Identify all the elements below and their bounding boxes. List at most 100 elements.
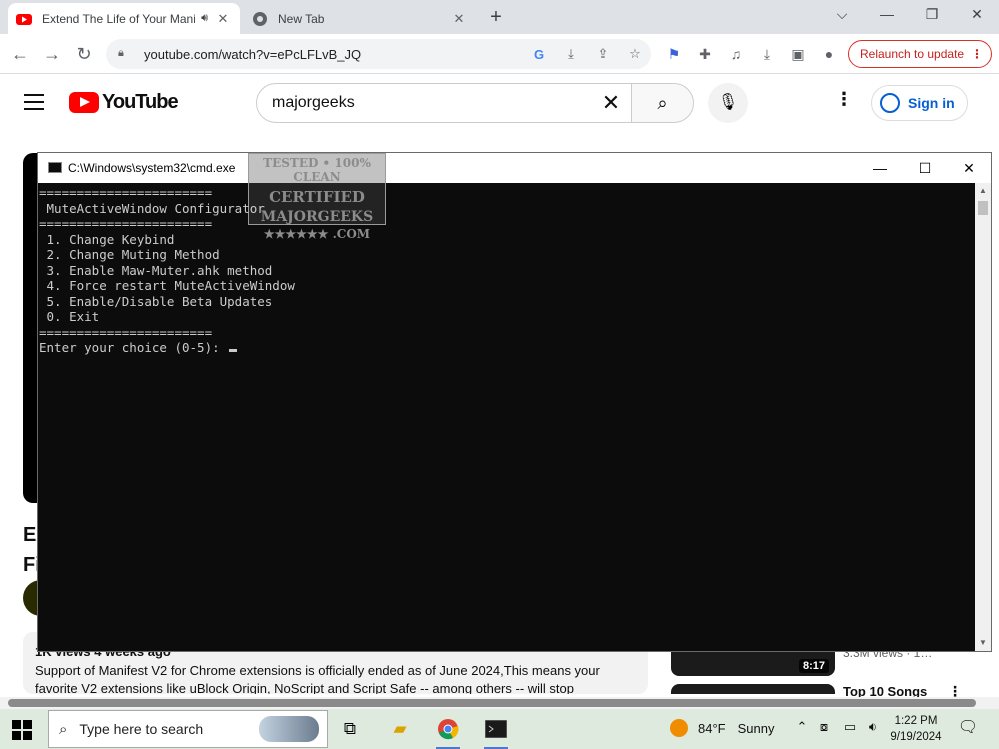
recommended-thumbnail[interactable]: 8:17 bbox=[671, 648, 835, 676]
console-prompt-line[interactable]: Enter your choice (0-5): bbox=[39, 340, 975, 356]
terminal-icon bbox=[484, 719, 508, 739]
youtube-wordmark: YouTube bbox=[102, 91, 179, 113]
youtube-logo[interactable]: YouTube bbox=[69, 91, 179, 114]
share-icon[interactable]: ⇪ bbox=[592, 46, 614, 62]
url-text[interactable]: youtube.com/watch?v=ePcLFLvB_JQ bbox=[144, 47, 523, 62]
media-queue-icon[interactable]: ♫ bbox=[725, 43, 747, 65]
chrome-icon bbox=[438, 719, 459, 740]
close-window-icon[interactable]: ✕ bbox=[955, 0, 999, 30]
restore-icon[interactable]: ❐ bbox=[910, 0, 954, 30]
tab-search-icon[interactable]: ⌵ bbox=[820, 0, 864, 30]
relaunch-to-update-button[interactable]: Relaunch to update ⋮ bbox=[848, 40, 992, 68]
windows-start-icon[interactable] bbox=[12, 720, 32, 740]
horizontal-scrollbar[interactable] bbox=[0, 697, 999, 709]
search-value[interactable]: majorgeeks bbox=[272, 94, 591, 112]
install-app-icon[interactable]: ⤓ bbox=[560, 46, 582, 62]
back-icon[interactable]: ← bbox=[6, 40, 34, 68]
extension-flag-icon[interactable]: ⚑ bbox=[663, 43, 685, 65]
sun-icon bbox=[670, 719, 688, 737]
cmd-titlebar[interactable]: C:\Windows\system32\cmd.exe TESTED • 100… bbox=[38, 153, 992, 241]
meet-now-icon[interactable]: ⧇ bbox=[814, 719, 834, 735]
youtube-play-icon bbox=[69, 92, 99, 113]
cmd-vertical-scrollbar[interactable]: ▲ ▼ bbox=[975, 183, 991, 651]
cmd-taskbar-icon[interactable] bbox=[476, 715, 516, 749]
screen: Extend The Life of Your Manifest V2 Chro… bbox=[0, 0, 999, 749]
console-line: 5. Enable/Disable Beta Updates bbox=[39, 293, 273, 309]
downloads-icon[interactable]: ⤓ bbox=[756, 43, 778, 65]
tab-close-icon[interactable]: ✕ bbox=[450, 11, 468, 27]
clock[interactable]: 1:22 PM 9/19/2024 bbox=[888, 713, 944, 745]
tab-new-tab[interactable]: New Tab ✕ bbox=[244, 3, 476, 34]
google-lens-icon[interactable]: G bbox=[528, 47, 550, 62]
cmd-window[interactable]: C:\Windows\system32\cmd.exe TESTED • 100… bbox=[37, 152, 992, 652]
taskbar: ⌕ Type here to search ⧉ ▰ 84°F Sunny ⌃ ⧇… bbox=[0, 709, 999, 749]
tab-close-icon[interactable]: ✕ bbox=[214, 11, 232, 27]
console-line: ======================= bbox=[39, 324, 213, 340]
extensions-puzzle-icon[interactable]: ✚ bbox=[694, 43, 716, 65]
maximize-icon[interactable]: ☐ bbox=[902, 153, 948, 183]
task-view-icon[interactable]: ⧉ bbox=[330, 715, 370, 749]
scrollbar-thumb[interactable] bbox=[978, 201, 988, 215]
recommended-thumbnail[interactable] bbox=[671, 684, 835, 694]
description-line: Support of Manifest V2 for Chrome extens… bbox=[35, 663, 600, 678]
tab-title: Extend The Life of Your Manifest V2 Chro… bbox=[42, 11, 196, 26]
side-panel-icon[interactable]: ▣ bbox=[787, 43, 809, 65]
console-output[interactable]: ======================= MuteActiveWindow… bbox=[38, 183, 975, 651]
cmd-title: C:\Windows\system32\cmd.exe bbox=[68, 161, 236, 175]
scroll-down-icon[interactable]: ▼ bbox=[975, 635, 991, 651]
file-explorer-icon[interactable]: ▰ bbox=[380, 715, 420, 749]
youtube-favicon-icon bbox=[16, 13, 32, 25]
more-options-icon[interactable]: ⋮ bbox=[832, 89, 856, 110]
lock-icon[interactable]: 🔒︎ bbox=[118, 47, 132, 61]
browser-toolbar: ← → ↻ 🔒︎ youtube.com/watch?v=ePcLFLvB_JQ… bbox=[0, 34, 999, 74]
console-line: ======================= bbox=[39, 216, 213, 231]
user-circle-icon bbox=[880, 93, 900, 113]
search-icon[interactable]: ⌕ bbox=[631, 83, 694, 123]
clock-date: 9/19/2024 bbox=[890, 731, 942, 743]
minimize-icon[interactable]: — bbox=[857, 153, 903, 183]
scroll-up-icon[interactable]: ▲ bbox=[975, 183, 991, 199]
console-line: 0. Exit bbox=[39, 309, 100, 324]
console-line: MuteActiveWindow Configurator bbox=[39, 200, 265, 216]
microphone-icon[interactable]: 🎙︎ bbox=[708, 83, 748, 123]
close-icon[interactable]: ✕ bbox=[946, 153, 992, 183]
menu-hamburger-icon[interactable] bbox=[24, 94, 44, 110]
description-line: favorite V2 extensions like uBlock Origi… bbox=[35, 681, 575, 694]
youtube-search-input[interactable]: majorgeeks ✕ bbox=[256, 83, 632, 123]
video-duration: 8:17 bbox=[798, 659, 829, 673]
address-bar[interactable]: 🔒︎ youtube.com/watch?v=ePcLFLvB_JQ G ⤓ ⇪… bbox=[106, 39, 651, 69]
scrollbar-thumb[interactable] bbox=[8, 699, 976, 707]
minimize-icon[interactable]: — bbox=[865, 0, 909, 30]
new-tab-button[interactable]: + bbox=[484, 5, 508, 29]
profile-icon[interactable]: ● bbox=[818, 43, 840, 65]
bookmark-star-icon[interactable]: ☆ bbox=[624, 46, 646, 62]
forward-icon[interactable]: → bbox=[38, 40, 66, 68]
chrome-taskbar-icon[interactable] bbox=[428, 715, 468, 749]
network-icon[interactable]: ▭ bbox=[840, 719, 860, 735]
chevron-up-icon[interactable]: ⌃ bbox=[792, 719, 812, 735]
clear-search-icon[interactable]: ✕ bbox=[591, 90, 631, 116]
search-highlight-art bbox=[259, 716, 319, 742]
weather-desc: Sunny bbox=[737, 720, 775, 736]
weather-widget[interactable]: 84°F Sunny bbox=[670, 719, 774, 737]
volume-icon[interactable]: 🔉︎ bbox=[863, 719, 883, 735]
reload-icon[interactable]: ↻ bbox=[70, 40, 98, 68]
menu-dots-icon[interactable]: ⋮ bbox=[971, 47, 983, 61]
console-line: 2. Change Muting Method bbox=[39, 247, 220, 262]
console-line: 1. Change Keybind bbox=[39, 231, 175, 247]
search-placeholder: Type here to search bbox=[79, 721, 204, 737]
console-prompt: Enter your choice (0-5): bbox=[39, 340, 228, 355]
console-line: 4. Force restart MuteActiveWindow bbox=[39, 278, 295, 293]
taskbar-search-input[interactable]: ⌕ Type here to search bbox=[48, 710, 328, 748]
sign-in-button[interactable]: Sign in bbox=[871, 85, 968, 121]
tab-youtube[interactable]: Extend The Life of Your Manifest V2 Chro… bbox=[8, 3, 240, 34]
watermark-line: TESTED • 100% CLEAN bbox=[263, 156, 371, 184]
tab-title: New Tab bbox=[278, 11, 325, 26]
chrome-icon bbox=[253, 11, 267, 26]
console-line: ======================= bbox=[39, 185, 213, 200]
tab-strip: Extend The Life of Your Manifest V2 Chro… bbox=[0, 0, 999, 34]
notification-icon[interactable]: 🗨︎ bbox=[956, 717, 980, 737]
console-line: 3. Enable Maw-Muter.ahk method bbox=[39, 262, 273, 278]
speaker-icon[interactable]: 🔊︎ bbox=[201, 12, 208, 25]
clock-time: 1:22 PM bbox=[894, 715, 938, 727]
